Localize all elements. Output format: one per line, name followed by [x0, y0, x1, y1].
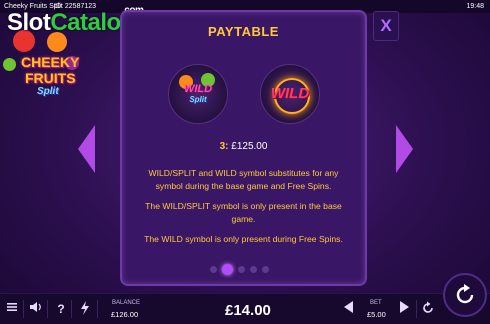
description-paragraph: WILD/SPLIT and WILD symbol substitutes f… [148, 168, 339, 191]
menu-icon[interactable] [4, 301, 20, 317]
triangle-right-icon[interactable] [396, 301, 412, 317]
description-paragraph: The WILD symbol is only present during F… [144, 234, 343, 244]
sound-icon[interactable] [28, 301, 44, 317]
close-button[interactable]: X [373, 11, 399, 41]
wild-symbol: WILD [260, 64, 320, 124]
game-logo: CHEEKY FRUITS Split [3, 26, 83, 100]
arrow-left-icon[interactable] [78, 125, 95, 173]
bet-value: £5.00 [367, 310, 386, 319]
spin-button[interactable] [443, 273, 487, 317]
page-dot-active[interactable] [222, 264, 233, 275]
divider [71, 300, 72, 318]
paytable-panel: PAYTABLE WILD Split WILD 3: £125.00 WILD… [120, 10, 367, 286]
balance-label: BALANCE [112, 300, 141, 306]
logo-line-1: CHEEKY [21, 54, 80, 70]
lime-icon [3, 58, 16, 71]
divider [23, 300, 24, 318]
paytable-title: PAYTABLE [208, 24, 279, 39]
help-icon[interactable]: ? [53, 301, 69, 317]
symbol-sublabel: Split [189, 95, 207, 104]
autoplay-icon[interactable] [420, 301, 436, 317]
clock: 19:48 [466, 3, 484, 10]
logo-line-2: FRUITS [25, 70, 76, 86]
page-indicator [210, 264, 280, 275]
watermark-part-1: Slot [7, 9, 51, 36]
symbol-label: WILD [183, 83, 213, 95]
symbol-label: WILD [270, 85, 310, 102]
payout-count: 3: [219, 141, 229, 152]
arrow-right-icon[interactable] [396, 125, 413, 173]
payout-line: 3: £125.00 [122, 141, 365, 152]
watermark: SlotCatalog .com [7, 5, 144, 37]
triangle-left-icon[interactable] [340, 301, 356, 317]
divider [47, 300, 48, 318]
paytable-description: WILD/SPLIT and WILD symbol substitutes f… [134, 167, 353, 253]
page-dot[interactable] [250, 266, 257, 273]
divider [97, 300, 98, 318]
description-paragraph: The WILD/SPLIT symbol is only present in… [145, 201, 342, 224]
logo-line-3: Split [37, 86, 59, 97]
page-dot[interactable] [210, 266, 217, 273]
divider [416, 300, 417, 318]
page-dot[interactable] [238, 266, 245, 273]
win-amount: £14.00 [225, 302, 271, 319]
lightning-icon[interactable] [77, 301, 93, 317]
spin-icon [456, 284, 474, 304]
wild-split-symbol: WILD Split [168, 64, 228, 124]
bet-label: BET [370, 300, 382, 306]
payout-value: £125.00 [231, 141, 268, 152]
page-dot[interactable] [262, 266, 269, 273]
balance-value: £126.00 [111, 310, 139, 319]
